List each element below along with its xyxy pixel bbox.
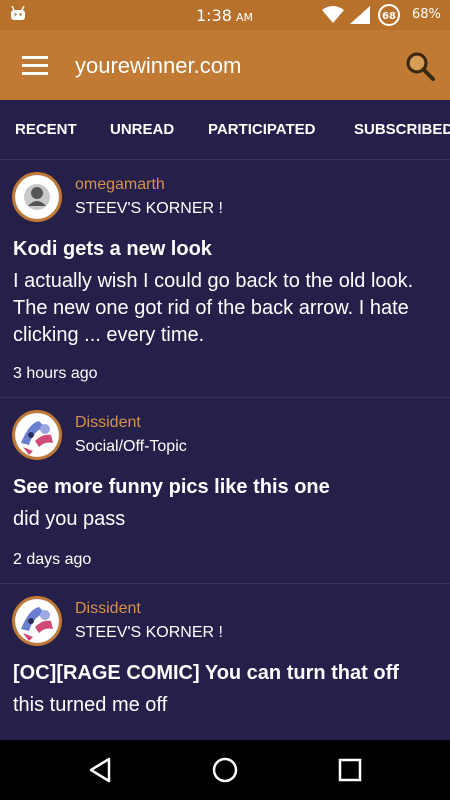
post-excerpt: this turned me off [13,694,168,716]
character-avatar-icon [15,413,59,457]
tab-participated[interactable]: PARTICIPATED [208,121,316,138]
svg-text:68: 68 [382,11,396,22]
tab-bar: RECENT UNREAD PARTICIPATED SUBSCRIBED [0,100,450,160]
topic-list: omegamarth STEEV'S KORNER ! Kodi gets a … [0,160,450,740]
wifi-icon [322,6,344,23]
post-time: 2 days ago [13,551,92,568]
home-icon[interactable] [212,757,238,783]
app-bar: yourewinner.com [0,30,450,100]
post-time: 3 hours ago [13,365,98,382]
avatar[interactable] [12,596,62,646]
system-nav-bar [0,740,450,800]
battery-percent: 68% [412,7,441,22]
post-forum: STEEV'S KORNER ! [75,200,223,217]
post-author[interactable]: Dissident [75,414,141,432]
list-item[interactable]: omegamarth STEEV'S KORNER ! Kodi gets a … [0,160,450,398]
list-item[interactable]: Dissident Social/Off-Topic See more funn… [0,398,450,584]
android-notification-icon [11,6,25,20]
list-item[interactable]: Dissident STEEV'S KORNER ! [OC][RAGE COM… [0,584,450,740]
hamburger-menu-icon[interactable] [22,55,48,75]
tab-subscribed[interactable]: SUBSCRIBED [354,121,450,138]
post-excerpt: I actually wish I could go back to the o… [13,270,414,346]
post-forum: Social/Off-Topic [75,438,187,455]
app-title: yourewinner.com [75,53,242,78]
tab-unread[interactable]: UNREAD [110,121,174,138]
back-icon[interactable] [88,757,112,783]
battery-icon: 68 [378,4,400,26]
avatar[interactable] [12,172,62,222]
recents-icon[interactable] [338,758,362,782]
search-icon[interactable] [404,50,436,82]
post-title: See more funny pics like this one [13,476,330,498]
post-author[interactable]: Dissident [75,600,141,618]
post-excerpt: did you pass [13,508,126,530]
post-title: [OC][RAGE COMIC] You can turn that off [13,662,399,684]
tab-recent[interactable]: RECENT [15,121,77,138]
status-bar: 1:38 AM 68 68% [0,0,450,30]
avatar[interactable] [12,410,62,460]
cell-signal-icon [350,6,370,24]
post-title: Kodi gets a new look [13,238,212,260]
post-forum: STEEV'S KORNER ! [75,624,223,641]
character-avatar-icon [15,599,59,643]
default-user-avatar-icon [15,175,59,219]
status-time: 1:38 AM [196,6,253,25]
post-author[interactable]: omegamarth [75,176,165,194]
